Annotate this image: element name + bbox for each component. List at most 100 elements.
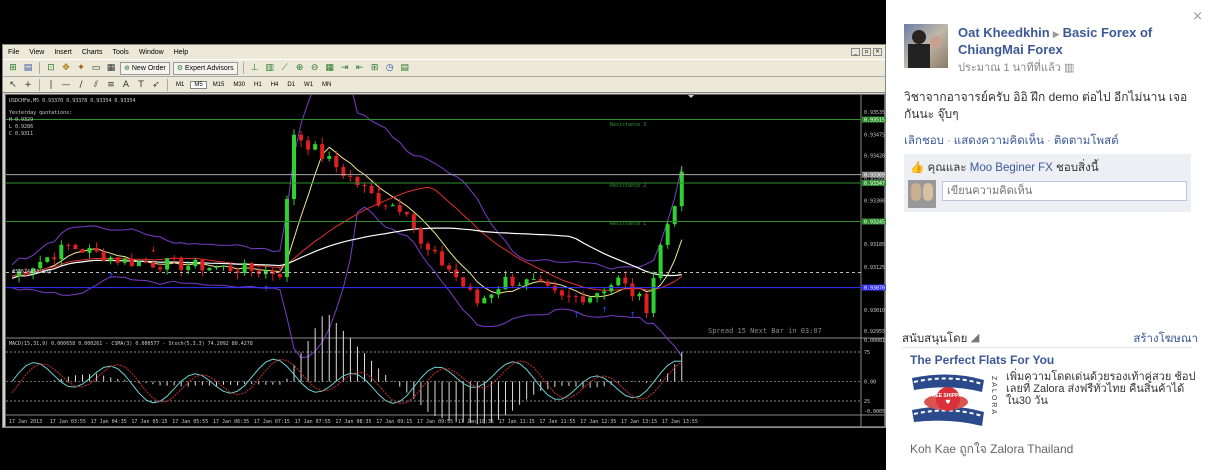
expert-advisors-button[interactable]: ⚙ Expert Advisors: [172, 61, 238, 75]
candle-body: [136, 261, 141, 267]
auto-scroll-icon[interactable]: ⇥: [339, 62, 351, 74]
tile-windows-icon[interactable]: ▦: [324, 62, 336, 74]
candle-body: [609, 285, 614, 292]
zoom-in-icon[interactable]: ⊕: [294, 62, 306, 74]
line-chart-icon[interactable]: ⟋: [279, 62, 291, 74]
timeframe-m5[interactable]: M5: [190, 80, 207, 89]
profiles-icon[interactable]: ▤: [22, 62, 34, 74]
strategy-tester-icon[interactable]: ▦: [105, 62, 117, 74]
candle-body: [566, 295, 571, 297]
timeframe-w1[interactable]: W1: [301, 82, 316, 88]
timeframe-mn[interactable]: MN: [319, 82, 334, 88]
crosshair-icon[interactable]: +: [22, 79, 34, 91]
candle-body: [376, 193, 381, 206]
menu-insert[interactable]: Insert: [49, 49, 77, 56]
cursor-icon[interactable]: ↖: [7, 79, 19, 91]
candle-body: [538, 279, 543, 282]
new-order-button[interactable]: ⊕ New Order: [120, 61, 170, 75]
unlike-link[interactable]: เลิกชอบ: [904, 135, 944, 147]
close-icon[interactable]: ×: [1192, 9, 1203, 24]
create-ad-link[interactable]: สร้างโฆษณา: [1133, 330, 1198, 348]
candlestick-icon[interactable]: ▥: [264, 62, 276, 74]
candle-body: [447, 265, 452, 270]
candle-body: [200, 259, 205, 271]
chart-window[interactable]: ↑ ↓ ↑ ↓ ↑ ↑ ↑ ↓ 0.93535 0.93475 0.93420 0.93360 0.9…: [5, 94, 886, 428]
candle-body: [108, 257, 113, 262]
menu-charts[interactable]: Charts: [77, 49, 108, 56]
timeframe-m15[interactable]: M15: [210, 82, 228, 88]
indicators-icon[interactable]: ⊞: [369, 62, 381, 74]
drawing-toolbar: ↖ + | — / ⫽ ≡ A T ➶ M1 M5 M15 M30 H1 H4 …: [3, 77, 885, 93]
time-tick: 17 Jan 11:15: [499, 419, 535, 425]
yesterday-close: C 0.9311: [9, 131, 33, 137]
order-label: #38624433 buy: [12, 269, 51, 275]
price-marker-label: 0.93515: [864, 118, 885, 124]
price-marker-label: 0.93245: [864, 220, 885, 226]
vertical-line-icon[interactable]: |: [45, 79, 57, 91]
time-tick: 17 Jan 07:15: [254, 419, 290, 425]
post-actions: เลิกชอบ · แสดงความคิดเห็น · ติดตามโพสต์: [904, 135, 1119, 147]
candle-body: [59, 244, 64, 260]
candle-body: [574, 296, 578, 298]
candle-body: [397, 205, 402, 212]
zoom-out-icon[interactable]: ⊖: [309, 62, 321, 74]
indicator-tick: 75: [864, 350, 870, 356]
indicator-label: MACD(15,31,9) 0.000658 0.000261 - CSMA(3…: [9, 341, 253, 347]
candle-body: [461, 277, 466, 287]
menu-bar: File View Insert Charts Tools Window Hel…: [3, 45, 885, 59]
trendline-icon[interactable]: /: [75, 79, 87, 91]
author-name[interactable]: Oat Kheedkhin: [958, 25, 1050, 40]
price-tick: 0.93125: [864, 265, 885, 271]
chart-shift-icon[interactable]: ⇤: [354, 62, 366, 74]
ad-social-context: Koh Kae ถูกใจ Zalora Thailand: [910, 442, 1074, 456]
horizontal-line-icon[interactable]: —: [60, 79, 72, 91]
expert-advisors-icon: ⚙: [176, 65, 183, 72]
timeframe-h4[interactable]: H4: [268, 82, 282, 88]
close-icon[interactable]: ×: [873, 48, 882, 56]
navigator-icon[interactable]: ✦: [75, 62, 87, 74]
price-chart[interactable]: ↑↓↑↓↑↑↑↓ 0.935350.934750.934200.933600.9…: [6, 95, 886, 428]
liker-name[interactable]: Moo Beginer FX: [970, 162, 1053, 174]
minimize-icon[interactable]: _: [851, 48, 860, 56]
new-chart-icon[interactable]: ⊞: [7, 62, 19, 74]
candle-body: [581, 296, 586, 303]
buy-arrow-icon: ↑: [601, 305, 608, 314]
arrows-icon[interactable]: ➶: [150, 79, 162, 91]
author-avatar[interactable]: [904, 24, 948, 68]
comment-input[interactable]: [942, 181, 1187, 201]
data-window-icon[interactable]: ✥: [60, 62, 72, 74]
candle-body: [531, 279, 536, 281]
timeframe-h1[interactable]: H1: [251, 82, 265, 88]
yesterday-low: L 0.9286: [9, 124, 33, 130]
templates-icon[interactable]: ▤: [399, 62, 411, 74]
time-tick: 17 Jan 09:15: [376, 419, 412, 425]
ad-title[interactable]: The Perfect Flats For You: [910, 353, 1054, 367]
menu-tools[interactable]: Tools: [107, 49, 133, 56]
timeframe-m1[interactable]: M1: [173, 82, 187, 88]
time-tick: 17 Jan 11:55: [539, 419, 575, 425]
sell-arrow-icon: ↓: [644, 291, 651, 300]
menu-file[interactable]: File: [3, 49, 24, 56]
channel-icon[interactable]: ⫽: [90, 79, 102, 91]
timeframe-d1[interactable]: D1: [284, 82, 298, 88]
window-controls: _ ▫ ×: [851, 48, 885, 56]
label-icon[interactable]: T: [135, 79, 147, 91]
candle-body: [637, 293, 642, 297]
sponsored-label: สนับสนุนโดย: [902, 333, 968, 345]
follow-post-link[interactable]: ติดตามโพสต์: [1054, 135, 1119, 147]
ad-image[interactable]: FREE SHIPPING ♥ ZALORA: [910, 370, 998, 432]
comment-link[interactable]: แสดงความคิดเห็น: [954, 135, 1044, 147]
time-tick: 17 Jan 04:35: [91, 419, 127, 425]
fibonacci-icon[interactable]: ≡: [105, 79, 117, 91]
text-icon[interactable]: A: [120, 79, 132, 91]
market-watch-icon[interactable]: ⊡: [45, 62, 57, 74]
timeframe-m30[interactable]: M30: [230, 82, 248, 88]
candle-body: [468, 286, 473, 290]
periods-icon[interactable]: ◷: [384, 62, 396, 74]
menu-view[interactable]: View: [24, 49, 49, 56]
menu-help[interactable]: Help: [169, 49, 193, 56]
bar-chart-icon[interactable]: ⊥: [249, 62, 261, 74]
menu-window[interactable]: Window: [134, 49, 169, 56]
restore-icon[interactable]: ▫: [862, 48, 871, 56]
terminal-icon[interactable]: ▭: [90, 62, 102, 74]
